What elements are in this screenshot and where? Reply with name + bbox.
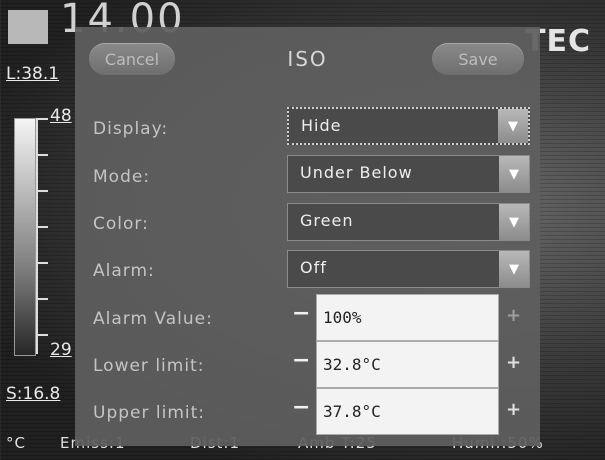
mode-value: Under Below — [300, 163, 413, 182]
upper-limit-input[interactable]: 37.8°C — [316, 388, 499, 435]
scale-min-value: 29 — [50, 340, 72, 360]
lower-limit-text: 32.8°C — [323, 355, 381, 374]
display-label: Display: — [93, 119, 169, 139]
chevron-down-icon[interactable]: ▼ — [499, 251, 529, 287]
alarm-value-minus-button[interactable]: − — [292, 301, 310, 326]
upper-limit-minus-button[interactable]: − — [292, 395, 310, 420]
alarm-label: Alarm: — [93, 261, 155, 281]
lower-limit-minus-button[interactable]: − — [292, 348, 310, 373]
chevron-down-icon[interactable]: ▼ — [499, 156, 529, 192]
alarm-value: Off — [300, 258, 327, 277]
mode-select[interactable]: Under Below ▼ — [287, 155, 530, 193]
lower-limit-label: Lower limit: — [93, 356, 205, 376]
upper-limit-plus-button[interactable]: + — [506, 399, 521, 420]
color-label: Color: — [93, 214, 149, 234]
display-select[interactable]: Hide ▼ — [287, 107, 530, 145]
chevron-down-icon[interactable]: ▼ — [499, 204, 529, 240]
dialog-header: Cancel ISO Save — [75, 27, 540, 93]
chevron-down-icon[interactable]: ▼ — [498, 109, 528, 143]
color-swatch — [8, 10, 48, 44]
save-button[interactable]: Save — [432, 43, 524, 75]
temperature-scale-bar — [14, 118, 36, 356]
max-temperature-label: L:38.1 — [6, 64, 60, 84]
alarm-value-label: Alarm Value: — [93, 309, 213, 329]
color-select[interactable]: Green ▼ — [287, 203, 530, 241]
scale-ticks — [36, 118, 48, 354]
alarm-value-text: 100% — [323, 308, 362, 327]
iso-dialog: Cancel ISO Save Display: Hide ▼ Mode: Un… — [75, 27, 540, 446]
alarm-value-plus-button[interactable]: + — [506, 305, 521, 326]
color-value: Green — [300, 211, 354, 230]
lower-limit-input[interactable]: 32.8°C — [316, 341, 499, 388]
alarm-value-input[interactable]: 100% — [316, 294, 499, 341]
min-temperature-label: S:16.8 — [6, 384, 61, 404]
lower-limit-plus-button[interactable]: + — [506, 352, 521, 373]
unit-indicator: °C — [6, 434, 26, 452]
mode-label: Mode: — [93, 167, 151, 187]
scale-max-value: 48 — [50, 106, 72, 126]
upper-limit-label: Upper limit: — [93, 403, 205, 423]
display-value: Hide — [301, 116, 342, 135]
upper-limit-text: 37.8°C — [323, 402, 381, 421]
alarm-select[interactable]: Off ▼ — [287, 250, 530, 288]
